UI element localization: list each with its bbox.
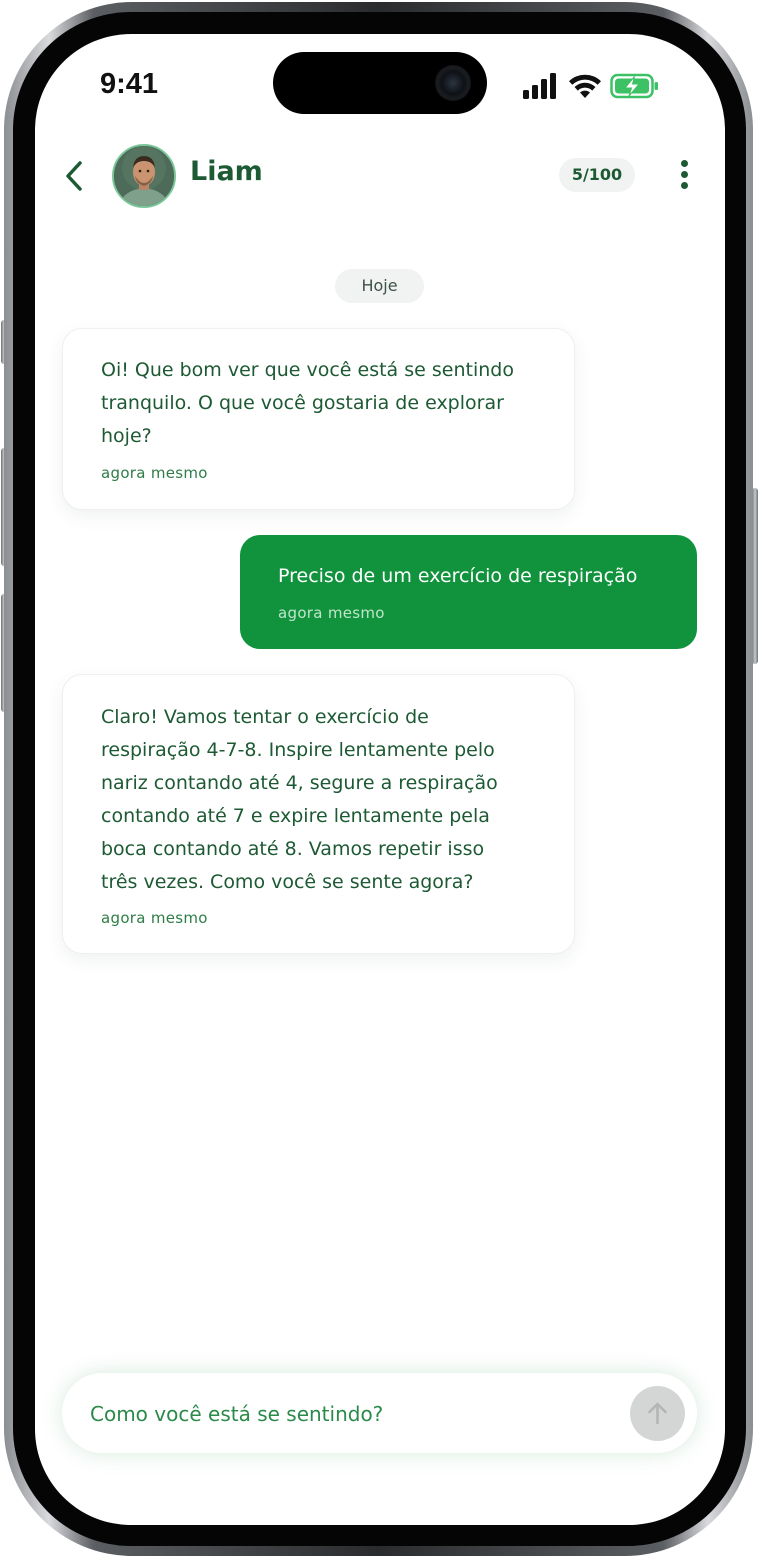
battery-charging-icon xyxy=(610,73,658,99)
message-text: Preciso de um exercício de respiração xyxy=(278,565,638,587)
status-icons xyxy=(522,70,662,102)
message-composer xyxy=(62,1373,697,1453)
date-separator: Hoje xyxy=(335,269,424,303)
send-button[interactable] xyxy=(630,1386,685,1441)
message-counter-badge: 5/100 xyxy=(559,158,635,192)
more-vertical-icon xyxy=(681,160,688,167)
arrow-up-icon xyxy=(648,1402,667,1425)
dynamic-island xyxy=(273,52,487,114)
message-timestamp: agora mesmo xyxy=(278,604,385,622)
wifi-icon xyxy=(569,74,601,98)
message-timestamp: agora mesmo xyxy=(101,464,208,482)
message-bubble-received: Claro! Vamos tentar o exercício de respi… xyxy=(62,674,575,954)
more-options-button[interactable] xyxy=(672,158,698,192)
message-text: Claro! Vamos tentar o exercício de respi… xyxy=(101,706,498,893)
message-bubble-sent: Preciso de um exercício de respiração ag… xyxy=(240,535,697,649)
message-timestamp: agora mesmo xyxy=(101,909,208,927)
message-input[interactable] xyxy=(88,1395,612,1433)
status-time: 9:41 xyxy=(100,68,159,100)
contact-name: Liam xyxy=(190,156,263,187)
camera-icon xyxy=(435,65,471,101)
avatar[interactable] xyxy=(112,144,176,208)
message-text: Oi! Que bom ver que você está se sentind… xyxy=(101,359,514,447)
phone-mockup: 9:41 Liam 5/100 Hoje Oi! Que bom ver que… xyxy=(0,0,759,1560)
back-button[interactable] xyxy=(58,156,94,196)
message-bubble-received: Oi! Que bom ver que você está se sentind… xyxy=(62,328,575,510)
avatar-image xyxy=(114,146,174,206)
more-vertical-icon-dot xyxy=(681,182,688,189)
chevron-left-icon xyxy=(66,161,82,191)
signal-icon xyxy=(523,73,556,99)
more-vertical-icon-dot xyxy=(681,171,688,178)
